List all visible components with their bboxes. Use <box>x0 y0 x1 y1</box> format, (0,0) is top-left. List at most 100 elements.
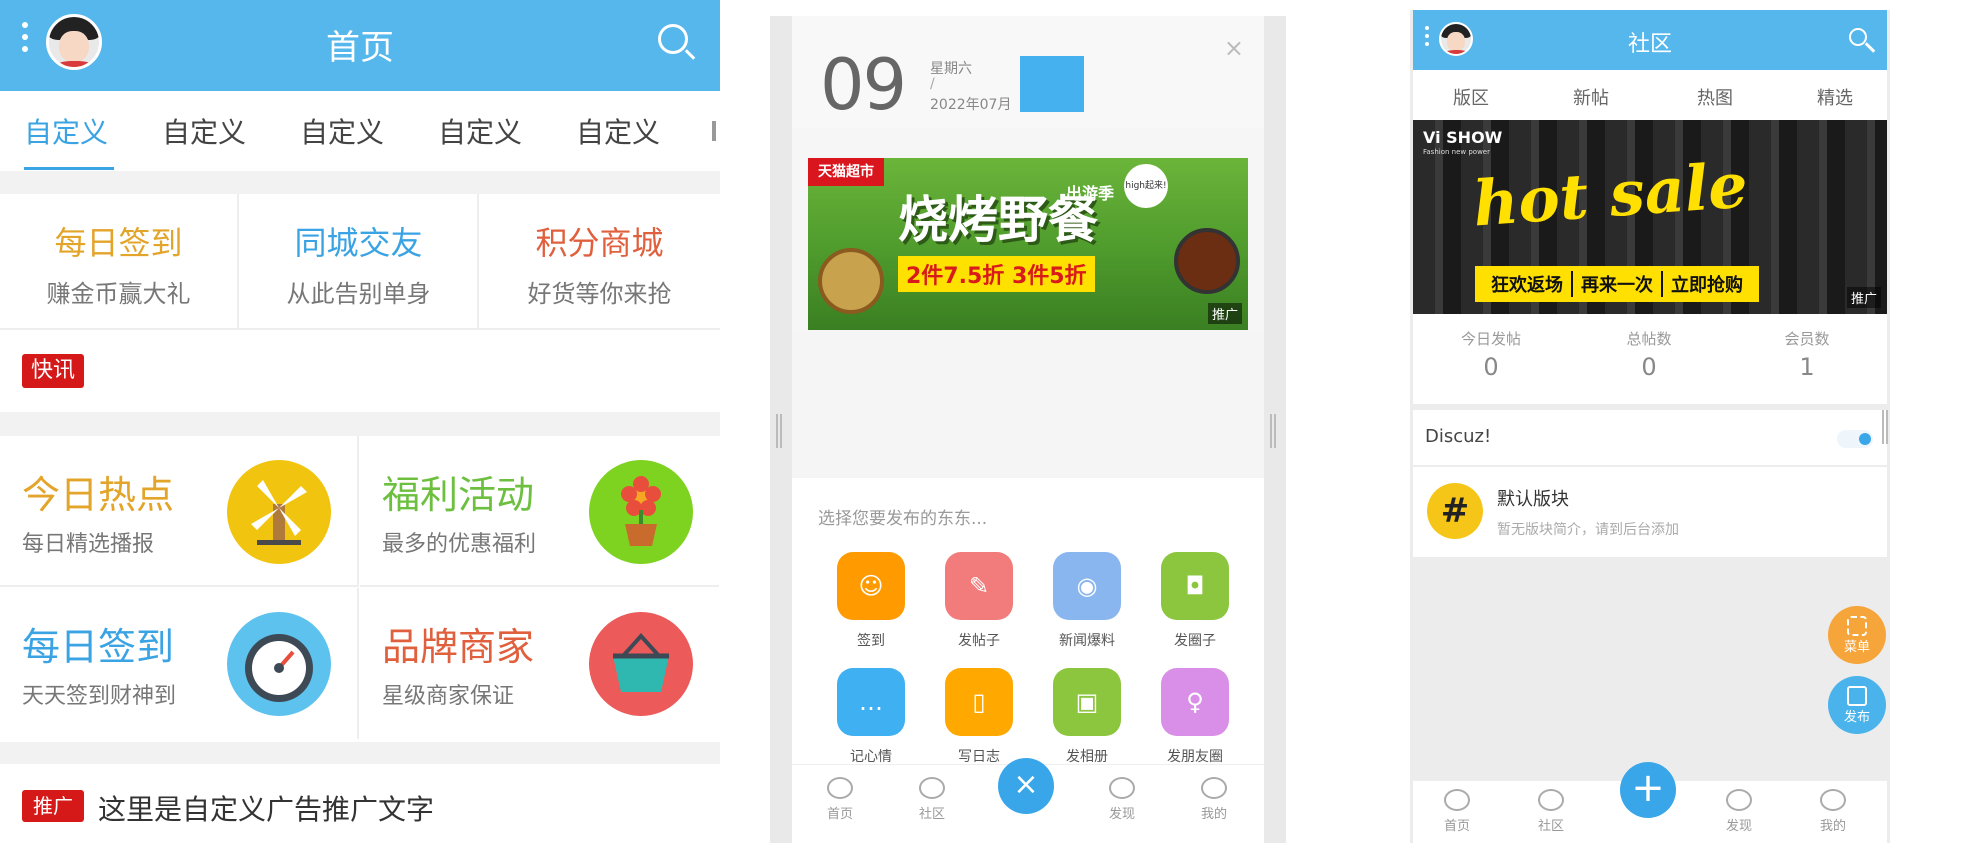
notebook-icon: ▯ <box>945 668 1013 736</box>
action-circle[interactable]: ◘ 发圈子 <box>1142 552 1248 650</box>
promo-tag: 推广 <box>1207 303 1242 324</box>
nav-discover[interactable]: 发现 <box>1709 789 1769 834</box>
tab-custom-2[interactable]: 自定义 <box>162 111 246 151</box>
discover-icon <box>1726 789 1752 811</box>
promo-discount: 2件7.5折 3件5折 <box>898 256 1095 292</box>
publish-sheet: 选择您要发布的东东... ☺ 签到 ✎ 发帖子 ◉ 新闻爆料 ◘ 发圈子 … 记… <box>792 478 1264 843</box>
action-moments[interactable]: ♀ 发朋友圈 <box>1142 668 1248 766</box>
grid-item-hot[interactable]: 今日热点 每日精选播报 <box>0 436 359 587</box>
day-number: 09 <box>820 44 907 126</box>
stat-value: 1 <box>1799 353 1815 381</box>
bulb-icon: ♀ <box>1161 668 1229 736</box>
date-separator: / <box>930 76 935 92</box>
stat-value: 0 <box>1483 353 1499 381</box>
grid-icon <box>1847 616 1867 636</box>
forum-item[interactable]: # 默认版块 暂无版块简介，请到后台添加 <box>1413 467 1887 557</box>
nav-profile[interactable]: 我的 <box>1803 789 1863 834</box>
action-label: 发相册 <box>1066 749 1108 765</box>
action-post[interactable]: ✎ 发帖子 <box>926 552 1032 650</box>
stat-label: 总帖数 <box>1626 330 1672 348</box>
tab-underline <box>24 167 114 170</box>
stat-total-posts: 总帖数 0 <box>1589 328 1709 381</box>
feature-dating[interactable]: 同城交友 从此告别单身 <box>240 194 479 328</box>
feature-title: 积分商城 <box>535 224 664 262</box>
action-label: 发圈子 <box>1174 633 1216 649</box>
tab-custom-1[interactable]: 自定义 <box>24 111 108 151</box>
grid-item-welfare[interactable]: 福利活动 最多的优惠福利 <box>360 436 719 587</box>
tab-new-posts[interactable]: 新帖 <box>1573 84 1609 110</box>
tab-boards[interactable]: 版区 <box>1453 84 1489 110</box>
tab-custom-5[interactable]: 自定义 <box>576 111 660 151</box>
ad-badge: 推广 <box>22 790 84 822</box>
nav-home[interactable]: 首页 <box>810 777 870 822</box>
high-bubble: high起来! <box>1124 164 1168 208</box>
tmall-logo: 天猫超市 <box>808 158 884 186</box>
tab-overflow[interactable] <box>712 121 716 141</box>
slogan-1: 狂欢返场 <box>1483 271 1573 297</box>
fab-label: 菜单 <box>1843 640 1870 655</box>
community-icon <box>1538 789 1564 811</box>
publish-fab[interactable]: 发布 <box>1828 676 1886 734</box>
nav-home[interactable]: 首页 <box>1427 789 1487 834</box>
fab-label: 发布 <box>1843 710 1870 725</box>
drag-handle-right[interactable] <box>1270 414 1276 448</box>
collapse-toggle[interactable] <box>1837 430 1873 448</box>
food-bowl-image <box>818 248 884 314</box>
brand-tagline: Fashion new power <box>1423 148 1490 156</box>
nav-community[interactable]: 社区 <box>1521 789 1581 834</box>
action-label: 发帖子 <box>958 633 1000 649</box>
grid-item-brand[interactable]: 品牌商家 星级商家保证 <box>360 588 719 739</box>
news-ticker[interactable]: 快讯 <box>0 328 720 412</box>
feature-grid: 今日热点 每日精选播报 福利活动 最多的优惠福利 每日签到 天天签到财神到 品牌… <box>0 436 720 742</box>
grid-subtitle: 最多的优惠福利 <box>382 532 537 557</box>
page-title: 首页 <box>326 28 394 68</box>
picture-icon: ▣ <box>1053 668 1121 736</box>
discover-icon <box>1109 777 1135 799</box>
close-icon[interactable]: × <box>1224 34 1244 62</box>
action-news[interactable]: ◉ 新闻爆料 <box>1034 552 1140 650</box>
steak-plate-image <box>1174 228 1240 294</box>
feature-subtitle: 好货等你来抢 <box>527 280 672 308</box>
month-year: 2022年07月 <box>930 97 1012 113</box>
feature-title: 每日签到 <box>54 224 183 262</box>
drag-handle-right[interactable] <box>1882 410 1888 444</box>
tab-hot-images[interactable]: 热图 <box>1697 84 1733 110</box>
home-icon <box>827 777 853 799</box>
nav-discover[interactable]: 发现 <box>1092 777 1152 822</box>
chat-bubble-icon: ✎ <box>945 552 1013 620</box>
action-diary[interactable]: ▯ 写日志 <box>926 668 1032 766</box>
tab-custom-4[interactable]: 自定义 <box>438 111 522 151</box>
grid-title: 品牌商家 <box>382 625 535 669</box>
windmill-icon <box>227 460 331 564</box>
tab-featured[interactable]: 精选 <box>1817 84 1853 110</box>
nav-community[interactable]: 社区 <box>902 777 962 822</box>
close-publish-button[interactable]: × <box>998 758 1054 814</box>
brand-logo: Vi SHOW <box>1423 128 1503 147</box>
action-checkin[interactable]: ☺ 签到 <box>818 552 924 650</box>
action-album[interactable]: ▣ 发相册 <box>1034 668 1140 766</box>
menu-fab[interactable]: 菜单 <box>1828 606 1886 664</box>
grid-title: 每日签到 <box>22 625 175 669</box>
community-screen: 社区 版区 新帖 热图 精选 Vi SHOW Fashion new power… <box>1410 10 1890 843</box>
tagline: 出游季 <box>1066 184 1115 203</box>
plus-button[interactable]: + <box>1620 762 1676 818</box>
promo-banner[interactable]: 天猫超市 烧烤野餐 出游季 high起来! 2件7.5折 3件5折 推广 <box>808 158 1248 330</box>
search-icon[interactable] <box>1849 28 1867 46</box>
background-content <box>792 330 1264 478</box>
nav-profile[interactable]: 我的 <box>1184 777 1244 822</box>
feature-subtitle: 赚金币赢大礼 <box>46 280 191 308</box>
feature-checkin[interactable]: 每日签到 赚金币赢大礼 <box>0 194 239 328</box>
ad-row[interactable]: 推广 这里是自定义广告推广文字 <box>0 764 720 843</box>
action-mood[interactable]: … 记心情 <box>818 668 924 766</box>
feature-subtitle: 从此告别单身 <box>286 280 431 308</box>
publish-panel: 09 星期六 / 2022年07月 × 天猫超市 烧烤野餐 出游季 high起来… <box>792 16 1264 843</box>
action-label: 签到 <box>857 633 885 649</box>
grid-subtitle: 天天签到财神到 <box>22 684 177 709</box>
tab-custom-3[interactable]: 自定义 <box>300 111 384 151</box>
section-header[interactable]: Discuz! <box>1413 410 1887 466</box>
drag-handle-left[interactable] <box>776 414 782 448</box>
grid-item-checkin[interactable]: 每日签到 天天签到财神到 <box>0 588 359 739</box>
search-icon[interactable] <box>658 24 688 54</box>
feature-points-mall[interactable]: 积分商城 好货等你来抢 <box>480 194 719 328</box>
hot-sale-banner[interactable]: Vi SHOW Fashion new power hot sale 狂欢返场 … <box>1413 120 1887 314</box>
